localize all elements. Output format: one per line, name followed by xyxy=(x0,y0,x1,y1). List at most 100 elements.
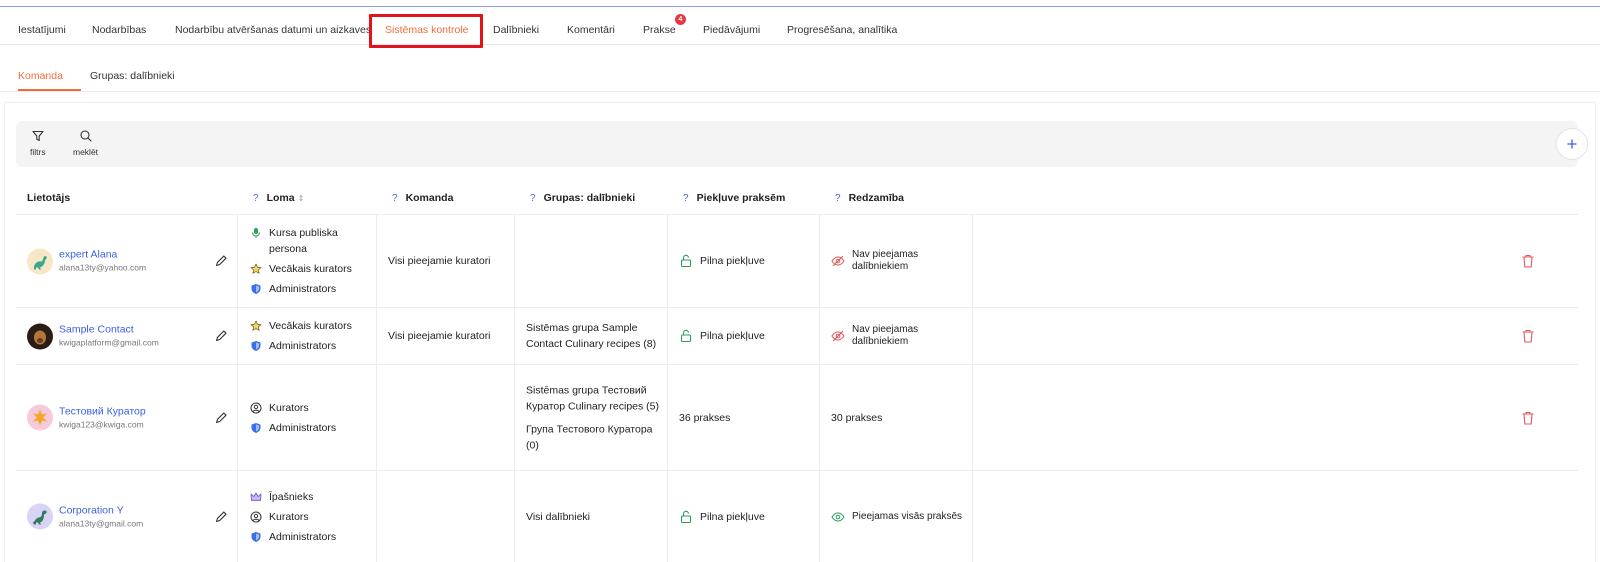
access-cell: Pilna piekļuve xyxy=(668,215,820,307)
filter-label: filtrs xyxy=(30,147,46,157)
roles-cell: Kursa publiska persona Vecākais kurators… xyxy=(238,215,377,307)
user-name-link[interactable]: expert Alana xyxy=(59,248,146,262)
search-label: meklēt xyxy=(73,147,99,157)
user-circle-icon xyxy=(249,401,263,415)
add-member-button[interactable] xyxy=(1556,128,1588,160)
tab-participants[interactable]: Dalībnieki xyxy=(493,7,539,44)
user-email: kwiga123@kwiga.com xyxy=(59,419,144,429)
tab-settings[interactable]: Iestatījumi xyxy=(18,7,66,44)
edit-pencil-icon[interactable] xyxy=(214,411,228,425)
tab-progress-analytics[interactable]: Progresēšana, analītika xyxy=(787,7,897,44)
roles-cell: Kurators Administrators xyxy=(238,365,377,470)
user-cell: Тестовий Куратор kwiga123@kwiga.com xyxy=(16,365,238,470)
roles-cell: Īpašnieks Kurators Administrators xyxy=(238,471,377,562)
user-circle-icon xyxy=(249,510,263,524)
column-header-access: ? Piekļuve praksēm xyxy=(683,192,786,204)
help-icon[interactable]: ? xyxy=(835,193,841,204)
roles-cell: Vecākais kurators Administrators xyxy=(238,308,377,364)
shield-icon xyxy=(249,339,263,353)
help-icon[interactable]: ? xyxy=(392,193,398,204)
column-header-visibility: ? Redzamība xyxy=(835,192,904,204)
table-header: Lietotājs ? Loma ⇕ ? Komanda ? Grupas: dalīb… xyxy=(16,182,1578,215)
role-item: Vecākais kurators xyxy=(249,261,370,277)
microphone-icon xyxy=(249,226,263,240)
system-control-subtabs: Komanda Grupas: dalībnieki xyxy=(0,60,1600,92)
delete-trash-icon[interactable] xyxy=(1521,329,1535,344)
help-icon[interactable]: ? xyxy=(253,193,259,204)
tab-offers[interactable]: Piedāvājumi xyxy=(703,7,760,44)
team-cell xyxy=(377,471,515,562)
tab-lesson-schedule[interactable]: Nodarbību atvēršanas datumi un aizkaves xyxy=(175,7,371,44)
user-cell: Corporation Y alana13ty@gmail.com xyxy=(16,471,238,562)
course-tabs: Iestatījumi Nodarbības Nodarbību atvērša… xyxy=(0,7,1600,48)
column-header-role[interactable]: ? Loma ⇕ xyxy=(253,182,304,215)
filter-icon xyxy=(30,129,46,145)
unlock-icon xyxy=(680,329,692,343)
team-cell: Visi pieejamie kuratori xyxy=(377,215,515,307)
role-item: Administrators xyxy=(249,281,370,297)
table-toolbar: filtrs meklēt xyxy=(16,121,1588,167)
unlock-icon xyxy=(680,254,692,268)
group-entry: Група Тестового Куратора (0) xyxy=(526,423,653,451)
eye-off-icon xyxy=(831,330,845,342)
user-email: alana13ty@gmail.com xyxy=(59,518,144,528)
edit-pencil-icon[interactable] xyxy=(214,254,228,268)
delete-trash-icon[interactable] xyxy=(1521,254,1535,269)
shield-icon xyxy=(249,421,263,435)
visibility-cell: Nav pieejamas dalībniekiem xyxy=(820,308,973,364)
team-cell: Visi pieejamie kuratori xyxy=(377,308,515,364)
role-item: Administrators xyxy=(249,420,370,436)
column-header-team: ? Komanda xyxy=(392,192,454,204)
tab-comments[interactable]: Komentāri xyxy=(567,7,615,44)
group-entry: Sistēmas grupa Sample Contact Culinary r… xyxy=(526,322,657,350)
role-item: Administrators xyxy=(249,338,370,354)
practice-count-badge: 4 xyxy=(675,14,686,25)
table-row: Тестовий Куратор kwiga123@kwiga.com Kura… xyxy=(16,365,1578,471)
visibility-cell: Nav pieejamas dalībniekiem xyxy=(820,215,973,307)
groups-cell: Visi dalībnieki xyxy=(515,471,668,562)
search-icon xyxy=(73,129,98,145)
avatar xyxy=(27,503,53,530)
user-name-link[interactable]: Corporation Y xyxy=(59,503,143,517)
active-tab-highlight-box xyxy=(369,14,483,48)
filter-button[interactable]: filtrs xyxy=(30,129,46,157)
help-icon[interactable]: ? xyxy=(683,193,689,204)
team-cell xyxy=(377,365,515,470)
tab-practice[interactable]: Prakse xyxy=(643,7,676,44)
table-row: expert Alana alana13ty@yahoo.com Kursa p… xyxy=(16,215,1578,308)
tab-lessons[interactable]: Nodarbības xyxy=(92,7,146,44)
eye-off-icon xyxy=(831,255,845,267)
subtab-team[interactable]: Komanda xyxy=(18,60,81,91)
groups-cell: Sistēmas grupa Sample Contact Culinary r… xyxy=(515,308,668,364)
access-cell: Pilna piekļuve xyxy=(668,471,820,562)
group-entry: Sistēmas grupa Тестовий Куратор Culinary… xyxy=(526,384,660,412)
user-name-link[interactable]: Тестовий Куратор xyxy=(59,404,146,418)
user-name-link[interactable]: Sample Contact xyxy=(59,323,159,337)
sort-icon[interactable]: ⇕ xyxy=(298,194,305,203)
column-header-user: Lietotājs xyxy=(27,192,71,204)
help-icon[interactable]: ? xyxy=(530,193,536,204)
table-row: Corporation Y alana13ty@gmail.com Īpašni… xyxy=(16,471,1578,562)
visibility-cell: 30 prakses xyxy=(820,365,973,470)
edit-pencil-icon[interactable] xyxy=(214,329,228,343)
shield-icon xyxy=(249,282,263,296)
group-entry: Visi dalībnieki xyxy=(526,510,591,523)
role-item: Administrators xyxy=(249,529,370,545)
access-cell: 36 prakses xyxy=(668,365,820,470)
groups-cell: Sistēmas grupa Тестовий Куратор Culinary… xyxy=(515,365,668,470)
role-item: Īpašnieks xyxy=(249,489,370,505)
delete-trash-icon[interactable] xyxy=(1521,410,1535,425)
edit-pencil-icon[interactable] xyxy=(214,510,228,524)
column-header-groups: ? Grupas: dalībnieki xyxy=(530,192,636,204)
star-icon xyxy=(249,319,263,333)
role-item: Kurators xyxy=(249,400,370,416)
table-row: Sample Contact kwigaplatform@gmail.com V… xyxy=(16,308,1578,365)
groups-cell xyxy=(515,215,668,307)
user-cell: expert Alana alana13ty@yahoo.com xyxy=(16,215,238,307)
user-cell: Sample Contact kwigaplatform@gmail.com xyxy=(16,308,238,364)
access-cell: Pilna piekļuve xyxy=(668,308,820,364)
search-button[interactable]: meklēt xyxy=(73,129,98,157)
role-item: Vecākais kurators xyxy=(249,318,370,334)
subtab-groups-participants[interactable]: Grupas: dalībnieki xyxy=(90,60,175,91)
avatar xyxy=(27,248,53,274)
